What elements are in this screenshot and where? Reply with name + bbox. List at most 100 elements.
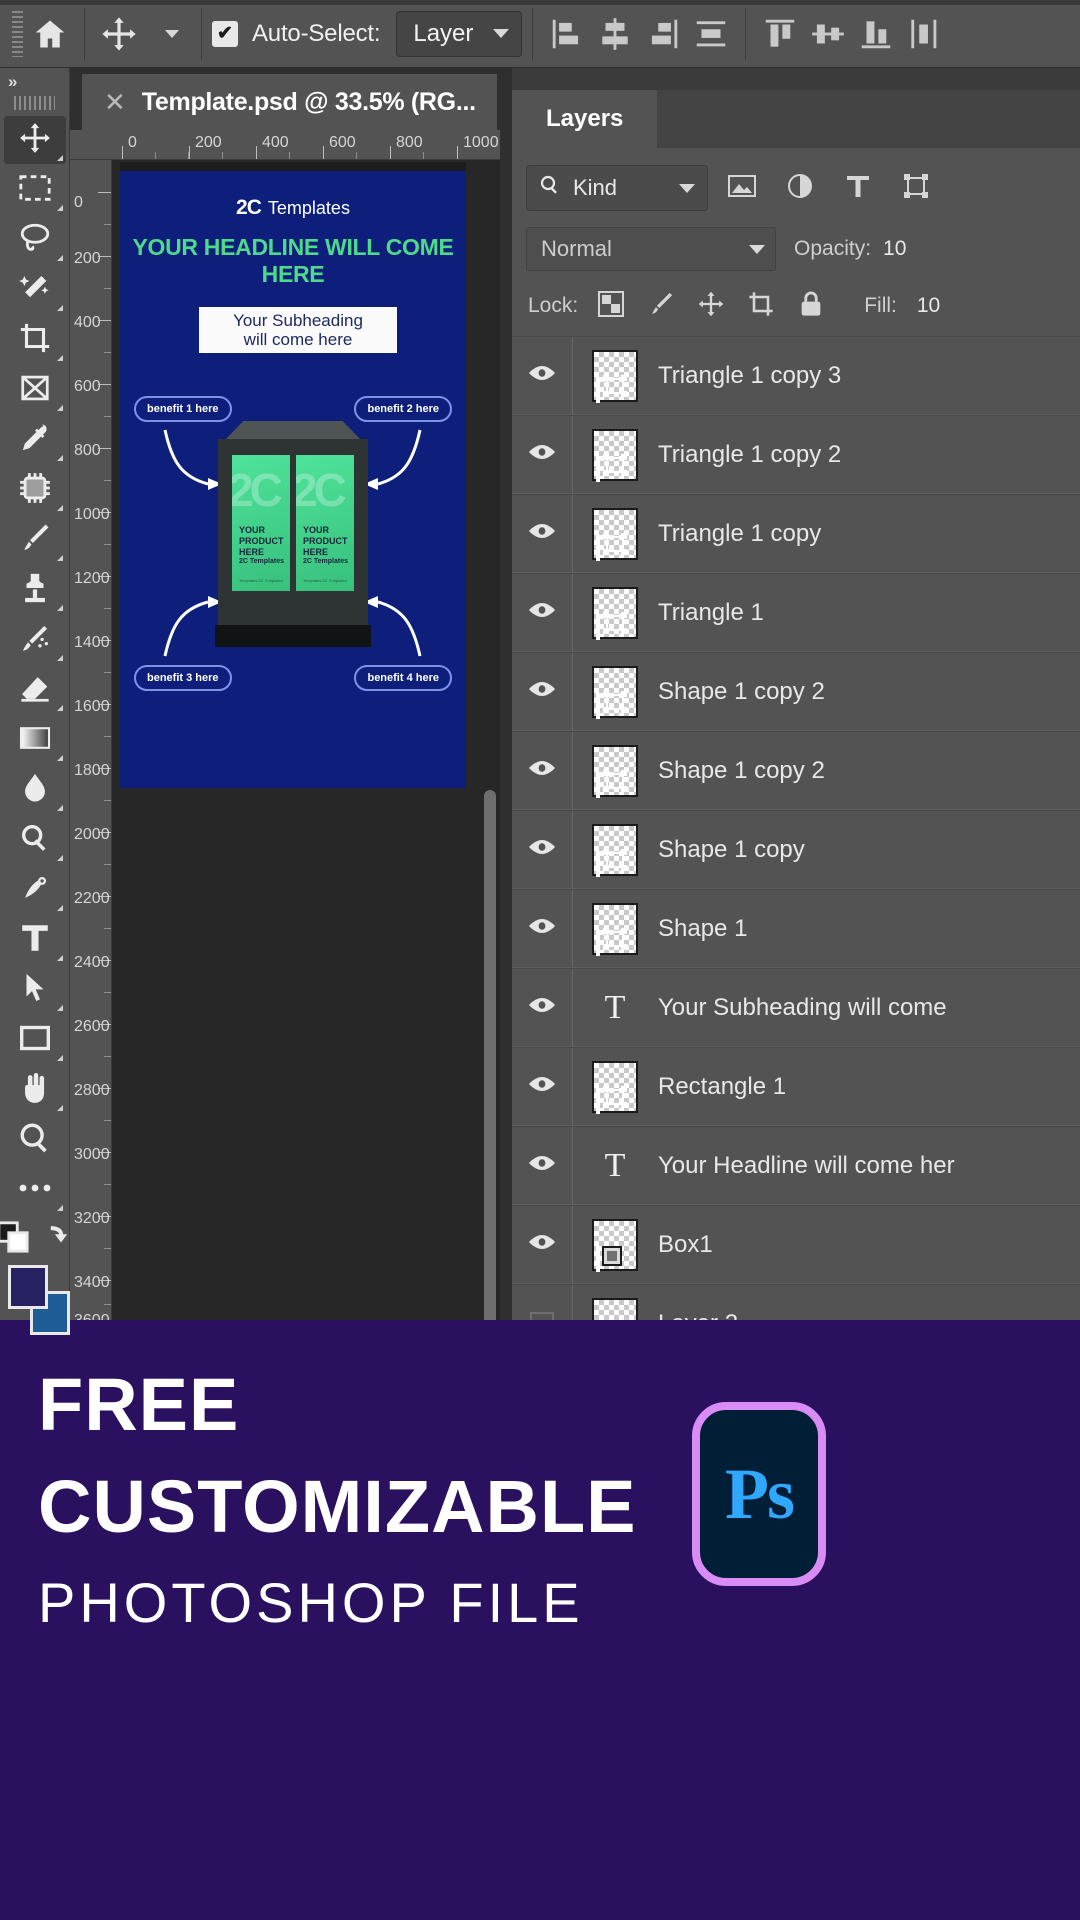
tool-blur[interactable]	[4, 766, 66, 814]
table-row[interactable]: T Your Headline will come her	[512, 1126, 1080, 1205]
lock-transparent-pixels-button[interactable]	[594, 289, 628, 323]
table-row[interactable]: Triangle 1	[512, 573, 1080, 652]
canvas-area[interactable]: 0 200 400 600 800 1000 0 200 400 600 800…	[70, 130, 500, 1320]
align-top-edges-button[interactable]	[756, 8, 804, 60]
tool-path-selection[interactable]	[4, 966, 66, 1014]
auto-select-checkbox[interactable]: ✔	[212, 20, 238, 47]
layer-visibility-toggle[interactable]	[512, 916, 572, 941]
layer-visibility-toggle[interactable]	[512, 1074, 572, 1099]
tool-zoom[interactable]	[4, 1116, 66, 1164]
distribute-horizontal-button[interactable]	[687, 8, 735, 60]
align-bottom-icon	[857, 15, 895, 53]
default-colors-icon[interactable]	[0, 1220, 30, 1259]
layer-visibility-toggle[interactable]	[512, 442, 572, 467]
align-bottom-edges-button[interactable]	[852, 8, 900, 60]
foreground-color-swatch[interactable]	[7, 1265, 48, 1309]
tool-type[interactable]	[4, 916, 66, 964]
artwork-subheading-line2: will come here	[243, 330, 353, 349]
table-row[interactable]: Rectangle 1	[512, 1047, 1080, 1126]
layer-visibility-toggle[interactable]	[512, 1311, 572, 1320]
tool-brush[interactable]	[4, 516, 66, 564]
layer-visibility-toggle[interactable]	[512, 758, 572, 783]
layer-visibility-toggle[interactable]	[512, 600, 572, 625]
distribute-vertical-button[interactable]	[900, 8, 948, 60]
artboard[interactable]: 2C Templates YOUR HEADLINE WILL COME HER…	[120, 162, 466, 788]
filter-type-layers-button[interactable]	[834, 165, 882, 211]
filter-pixel-layers-button[interactable]	[718, 165, 766, 211]
tool-history-brush[interactable]	[4, 616, 66, 664]
layer-visibility-toggle[interactable]	[512, 363, 572, 388]
home-button[interactable]	[26, 8, 74, 60]
layer-visibility-toggle[interactable]	[512, 521, 572, 546]
canvas-vertical-scrollbar[interactable]	[484, 790, 496, 1320]
options-bar-grip[interactable]	[8, 10, 26, 57]
tool-eyedropper[interactable]	[4, 416, 66, 464]
distribute-h-icon	[692, 15, 730, 53]
chevron-down-icon	[679, 183, 695, 193]
document-tab[interactable]: ✕ Template.psd @ 33.5% (RG...	[82, 74, 497, 130]
pen-icon	[18, 871, 52, 910]
move-tool-icon	[100, 15, 138, 53]
swap-colors-arrow-icon[interactable]	[44, 1222, 74, 1257]
opacity-value[interactable]: 10	[883, 237, 906, 261]
tool-edit-toolbar[interactable]	[4, 1166, 66, 1214]
table-row[interactable]: Triangle 1 copy 3	[512, 336, 1080, 415]
lock-all-button[interactable]	[794, 289, 828, 323]
tool-spot-healing-brush[interactable]	[4, 466, 66, 514]
table-row[interactable]: Shape 1	[512, 889, 1080, 968]
filter-adjustment-layers-button[interactable]	[776, 165, 824, 211]
table-row[interactable]: Shape 1 copy 2	[512, 731, 1080, 810]
tool-clone-stamp[interactable]	[4, 566, 66, 614]
table-row[interactable]: Box1	[512, 1205, 1080, 1284]
clone-stamp-icon	[18, 571, 52, 610]
lock-artboard-nesting-button[interactable]	[744, 289, 778, 323]
kiosk-top	[224, 421, 362, 441]
magic-wand-icon	[18, 271, 52, 310]
table-row[interactable]: Layer 2	[512, 1284, 1080, 1320]
tool-move[interactable]	[3, 116, 66, 164]
tool-eraser[interactable]	[4, 666, 66, 714]
table-row[interactable]: Shape 1 copy	[512, 810, 1080, 889]
filter-shape-layers-button[interactable]	[892, 165, 940, 211]
lock-image-pixels-button[interactable]	[644, 289, 678, 323]
tool-pen[interactable]	[4, 866, 66, 914]
active-tool-button[interactable]	[95, 8, 143, 60]
tool-hand[interactable]	[4, 1066, 66, 1114]
table-row[interactable]: Triangle 1 copy	[512, 494, 1080, 573]
lock-position-button[interactable]	[694, 289, 728, 323]
tool-lasso[interactable]	[4, 216, 66, 264]
type-layer-icon: T	[604, 988, 626, 1026]
tool-rectangle[interactable]	[4, 1016, 66, 1064]
table-row[interactable]: Shape 1 copy 2	[512, 652, 1080, 731]
tool-object-selection[interactable]	[4, 266, 66, 314]
blend-mode-dropdown[interactable]: Normal	[526, 227, 776, 271]
layer-visibility-toggle[interactable]	[512, 837, 572, 862]
layer-visibility-toggle[interactable]	[512, 1153, 572, 1178]
tool-dodge[interactable]	[4, 816, 66, 864]
layer-visibility-toggle[interactable]	[512, 679, 572, 704]
layer-filter-kind-dropdown[interactable]: Kind	[526, 165, 708, 211]
close-icon[interactable]: ✕	[104, 89, 126, 115]
tool-rectangular-marquee[interactable]	[4, 166, 66, 214]
tool-frame[interactable]	[4, 366, 66, 414]
tools-expand-button[interactable]: »	[0, 68, 69, 96]
table-row[interactable]: Triangle 1 copy 2	[512, 415, 1080, 494]
auto-select-scope-dropdown[interactable]: Layer	[396, 10, 523, 57]
table-row[interactable]: T Your Subheading will come	[512, 968, 1080, 1047]
layer-visibility-toggle[interactable]	[512, 995, 572, 1020]
layer-name: Shape 1	[658, 914, 748, 942]
layer-filter-row: Kind	[512, 160, 1080, 216]
align-right-edges-button[interactable]	[639, 8, 687, 60]
tool-gradient[interactable]	[4, 716, 66, 764]
tools-panel-grip[interactable]	[14, 96, 55, 110]
fill-value[interactable]: 10	[917, 294, 940, 318]
align-horizontal-centers-button[interactable]	[591, 8, 639, 60]
layer-thumbnail	[592, 744, 638, 798]
layer-list[interactable]: Triangle 1 copy 3 Triangle 1 copy 2 Tria…	[512, 336, 1080, 1320]
layer-visibility-toggle[interactable]	[512, 1232, 572, 1257]
tab-layers[interactable]: Layers	[512, 90, 658, 148]
align-left-edges-button[interactable]	[543, 8, 591, 60]
tool-crop[interactable]	[4, 316, 66, 364]
tool-preset-dropdown[interactable]	[143, 8, 191, 60]
align-vertical-centers-button[interactable]	[804, 8, 852, 60]
